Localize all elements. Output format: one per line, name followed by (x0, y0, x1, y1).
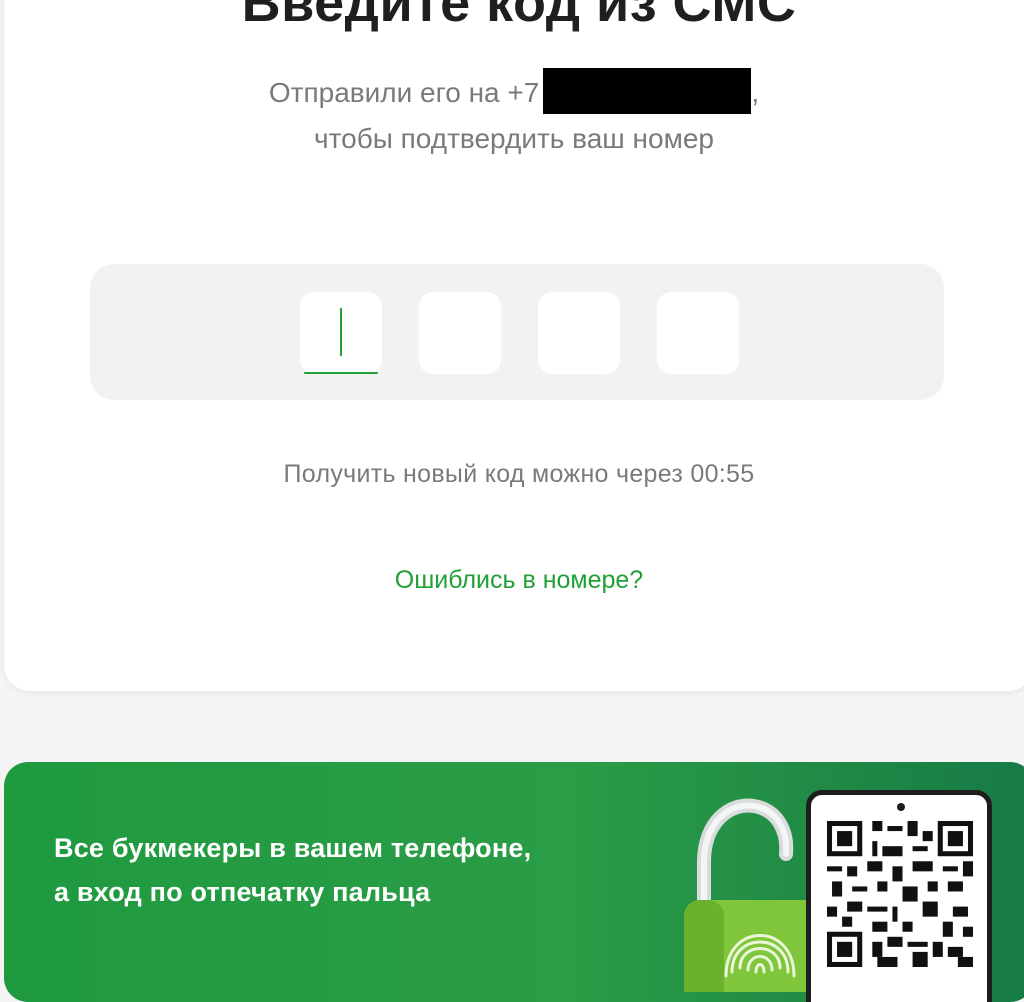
promo-banner[interactable]: Все букмекеры в вашем телефоне, а вход п… (4, 762, 1024, 1002)
banner-line-1: Все букмекеры в вашем телефоне, (54, 833, 532, 863)
redacted-phone-number (543, 68, 752, 114)
resend-timer: Получить новый код можно через 00:55 (283, 460, 755, 488)
phone-camera-dot (897, 803, 905, 811)
sms-verification-card: Введите код из СМС Отправили его на +7, … (4, 0, 1024, 691)
qr-code (827, 821, 973, 967)
subtitle-line2: чтобы подтвердить ваш номер (314, 123, 714, 154)
open-padlock-icon (684, 798, 820, 992)
subtitle-prefix: Отправили его на +7 (268, 77, 540, 108)
text-caret (340, 308, 342, 356)
wrong-number-link[interactable]: Ошиблись в номере? (4, 566, 1024, 595)
code-digit-4[interactable] (657, 292, 739, 374)
subtitle-suffix: , (751, 77, 760, 108)
page-title: Введите код из СМС (241, 0, 797, 33)
banner-line-2: а вход по отпечатку пальца (54, 877, 431, 907)
code-digit-2[interactable] (419, 292, 501, 374)
code-digit-3[interactable] (538, 292, 620, 374)
banner-text: Все букмекеры в вашем телефоне, а вход п… (54, 826, 531, 914)
phone-qr-icon (806, 790, 992, 1002)
code-digit-1[interactable] (300, 292, 382, 374)
subtitle: Отправили его на +7, чтобы подтвердить в… (4, 68, 1024, 162)
code-input-group (90, 264, 944, 400)
